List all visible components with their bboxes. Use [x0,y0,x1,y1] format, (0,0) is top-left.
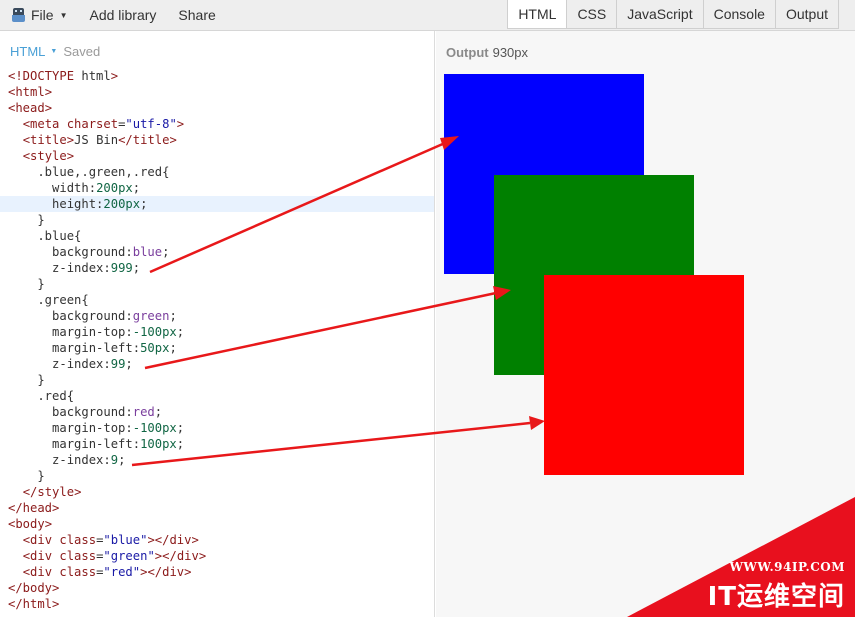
tab-output[interactable]: Output [775,0,839,29]
code-line[interactable]: .red{ [0,388,434,404]
code-line[interactable]: background:red; [0,404,434,420]
code-line[interactable]: </html> [0,596,434,612]
html-editor-panel: HTML ▼ Saved <!DOCTYPE html> <html> <head>… [0,31,435,617]
code-line[interactable]: width:200px; [0,180,434,196]
save-status: Saved [63,44,101,59]
code-line[interactable]: </style> [0,484,434,500]
code-line[interactable]: <title>JS Bin</title> [0,132,434,148]
tab-css[interactable]: CSS [567,0,618,29]
tab-javascript[interactable]: JavaScript [617,0,704,29]
tab-console[interactable]: Console [703,0,776,29]
add-library-button[interactable]: Add library [89,7,156,23]
code-line[interactable]: <head> [0,100,434,116]
code-line[interactable]: .blue,.green,.red{ [0,164,434,180]
file-menu-label: File [31,7,54,23]
code-line[interactable]: height:200px; [0,196,434,212]
toolbar: File ▼ Add library Share HTML CSS JavaSc… [0,0,855,31]
tab-html[interactable]: HTML [508,0,568,29]
panel-language-dropdown[interactable]: HTML [10,44,45,59]
code-line[interactable]: </body> [0,580,434,596]
code-line[interactable]: z-index:9; [0,452,434,468]
code-line[interactable]: margin-top:-100px; [0,420,434,436]
code-line[interactable]: <div class="red"></div> [0,564,434,580]
chevron-down-icon[interactable]: ▼ [50,48,57,55]
code-line[interactable]: } [0,468,434,484]
code-line[interactable]: margin-top:-100px; [0,324,434,340]
chevron-down-icon: ▼ [59,10,68,20]
code-line[interactable]: </head> [0,500,434,516]
code-line[interactable]: background:green; [0,308,434,324]
share-button[interactable]: Share [178,7,215,23]
file-menu[interactable]: File ▼ [31,7,67,23]
code-line[interactable]: } [0,212,434,228]
code-line[interactable]: } [0,372,434,388]
code-line[interactable]: } [0,276,434,292]
output-label: Output [446,45,489,60]
code-line[interactable]: z-index:999; [0,260,434,276]
panel-tabs: HTML CSS JavaScript Console Output [507,0,839,29]
code-line[interactable]: margin-left:100px; [0,436,434,452]
jsbin-logo-icon [12,8,25,22]
code-line[interactable]: <!DOCTYPE html> [0,68,434,84]
editor-header: HTML ▼ Saved [10,44,100,59]
code-line[interactable]: background:blue; [0,244,434,260]
code-line[interactable]: <div class="blue"></div> [0,532,434,548]
toolbar-left: File ▼ Add library Share [12,0,238,30]
code-line[interactable]: <html> [0,84,434,100]
code-line[interactable]: <div class="green"></div> [0,548,434,564]
code-line[interactable]: .blue{ [0,228,434,244]
code-line[interactable]: <meta charset="utf-8"> [0,116,434,132]
code-line[interactable]: margin-left:50px; [0,340,434,356]
output-width-readout: 930px [492,45,529,60]
output-header: Output 930px [446,45,528,60]
code-line[interactable]: .green{ [0,292,434,308]
red-box [544,275,744,475]
code-line[interactable]: <style> [0,148,434,164]
code-line[interactable]: <body> [0,516,434,532]
code-editor[interactable]: <!DOCTYPE html> <html> <head> <meta charse… [0,68,434,612]
output-panel: Output 930px [436,31,855,617]
code-line[interactable]: z-index:99; [0,356,434,372]
